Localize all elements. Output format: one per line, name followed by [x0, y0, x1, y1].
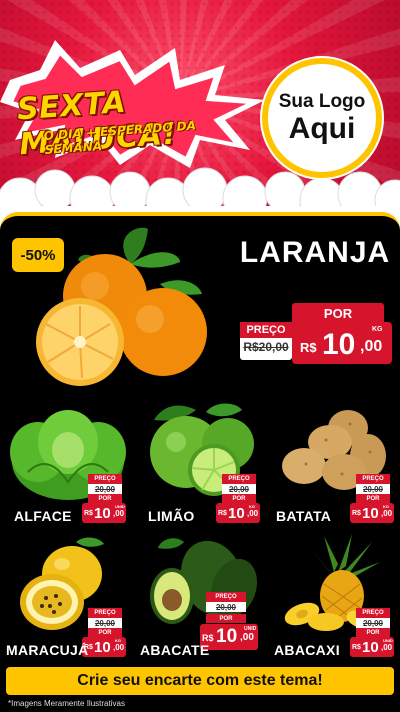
product-card-maracuja[interactable]: PREÇO 20,00 POR R$ 10 ,00 KG MARACUJÁ	[4, 526, 128, 666]
preco-label: PREÇO	[356, 608, 390, 618]
price-cents: ,00	[240, 632, 254, 643]
featured-product-name: LARANJA	[239, 236, 391, 269]
product-card-alface[interactable]: PREÇO 20,00 POR R$ 10 ,00 UNID ALFACE	[4, 392, 128, 532]
price-int: 10	[228, 505, 245, 522]
price-tag: R$ 10 ,00 KG	[350, 503, 394, 523]
featured-price-tag: R$ 10 ,00 KG	[292, 322, 392, 364]
product-name: MARACUJÁ	[6, 642, 89, 658]
price-cents: ,00	[247, 509, 259, 518]
price-int: 10	[94, 505, 111, 522]
discount-badge: -50%	[12, 238, 64, 272]
unit: KG	[115, 638, 121, 643]
featured-currency: R$	[300, 340, 317, 355]
price-cents: ,00	[113, 643, 125, 652]
product-name: ABACATE	[140, 642, 210, 658]
product-name: ALFACE	[14, 508, 72, 524]
price-cents: ,00	[113, 509, 125, 518]
por-label: POR	[88, 628, 122, 637]
featured-preco-label: PREÇO	[240, 322, 292, 338]
preco-label: PREÇO	[206, 592, 246, 602]
currency: R$	[352, 644, 361, 651]
product-card-limao[interactable]: PREÇO 20,00 POR R$ 10 ,00 KG LIMÃO	[138, 392, 262, 532]
unit: UNID	[383, 638, 393, 643]
price-int: 10	[362, 639, 379, 656]
logo-line-2: Aqui	[288, 112, 356, 145]
por-label: POR	[206, 614, 246, 623]
price-tag: R$ 10 ,00 KG	[82, 637, 126, 657]
old-price: 20,00	[88, 618, 122, 628]
por-label: POR	[222, 494, 256, 503]
price-cents: ,00	[381, 509, 393, 518]
disclaimer-text: *Imagens Meramente Ilustrativas	[8, 699, 125, 708]
product-card-abacate[interactable]: PREÇO 20,00 POR R$ 10 ,00 UNID ABACATE	[138, 526, 262, 666]
currency: R$	[84, 510, 93, 517]
unit: KG	[383, 504, 389, 509]
create-flyer-button[interactable]: Crie seu encarte com este tema!	[6, 667, 394, 695]
price-cents: ,00	[381, 643, 393, 652]
price-int: 10	[94, 639, 111, 656]
preco-label: PREÇO	[356, 474, 390, 484]
unit: UNID	[244, 626, 257, 632]
logo-line-1: Sua Logo	[278, 91, 366, 112]
product-name: ABACAXI	[274, 642, 340, 658]
old-price: 20,00	[356, 618, 390, 628]
por-label: POR	[356, 628, 390, 637]
product-card-batata[interactable]: PREÇO 20,00 POR R$ 10 ,00 KG BATATA	[272, 392, 396, 532]
logo-placeholder[interactable]: Sua Logo Aqui	[262, 58, 382, 178]
product-name: LIMÃO	[148, 508, 195, 524]
preco-label: PREÇO	[88, 608, 122, 618]
featured-price-int: 10	[322, 328, 356, 361]
por-label: POR	[356, 494, 390, 503]
old-price: 20,00	[206, 602, 246, 612]
old-price: 20,00	[88, 484, 122, 494]
preco-label: PREÇO	[88, 474, 122, 484]
old-price: 20,00	[356, 484, 390, 494]
por-label: POR	[88, 494, 122, 503]
featured-por-label: POR	[292, 303, 384, 323]
product-card-abacaxi[interactable]: PREÇO 20,00 POR R$ 10 ,00 UNID ABACAXI	[272, 526, 396, 666]
featured-price-cents: ,00	[360, 338, 383, 355]
featured-old-price: R$20,00	[243, 340, 289, 354]
old-price: 20,00	[222, 484, 256, 494]
unit: KG	[249, 504, 255, 509]
header-banner: SEXTA MALUCA! O DIA + ESPERADO DA SEMANA…	[0, 0, 400, 222]
price-tag: R$ 10 ,00 UNID	[350, 637, 394, 657]
unit: UNID	[115, 504, 125, 509]
price-int: 10	[216, 626, 238, 647]
currency: R$	[352, 510, 361, 517]
preco-label: PREÇO	[222, 474, 256, 484]
currency: R$	[218, 510, 227, 517]
featured-unit: KG	[372, 326, 383, 333]
product-name: BATATA	[276, 508, 332, 524]
price-tag: R$ 10 ,00 KG	[216, 503, 260, 523]
price-int: 10	[362, 505, 379, 522]
price-tag: R$ 10 ,00 UNID	[82, 503, 126, 523]
